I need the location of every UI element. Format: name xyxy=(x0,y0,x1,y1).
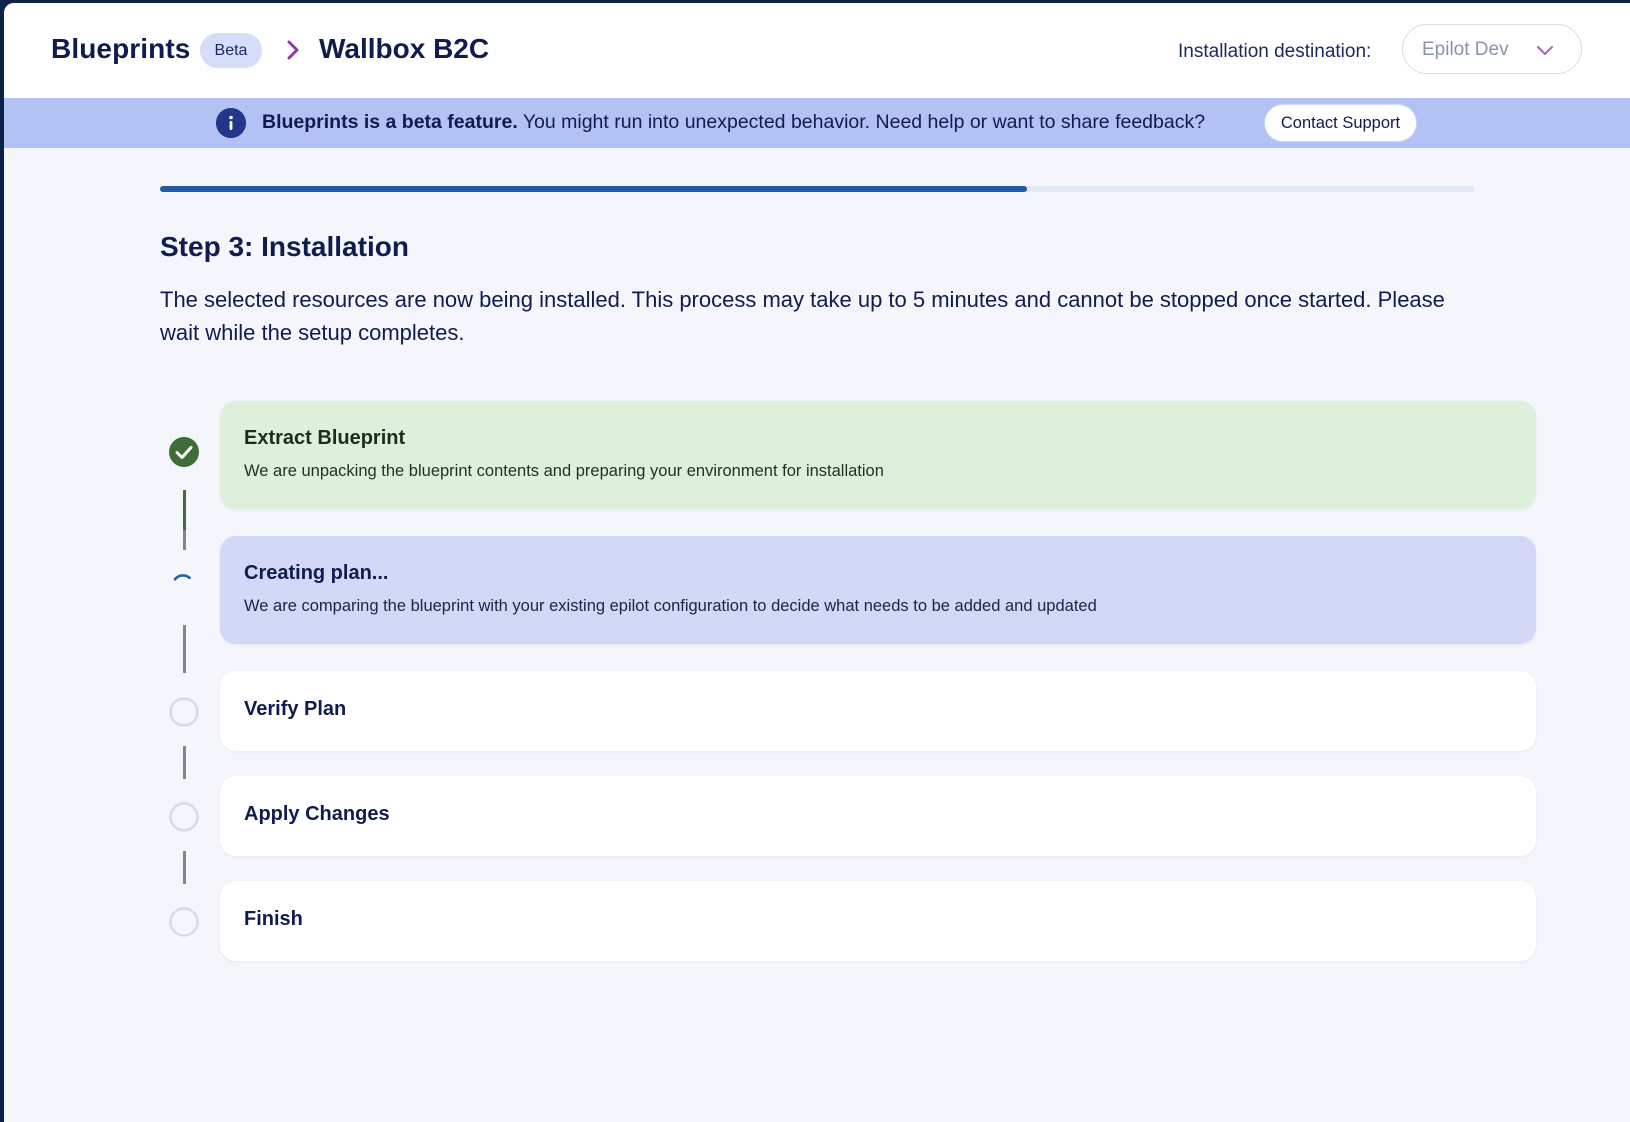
breadcrumb-current: Wallbox B2C xyxy=(319,33,490,64)
banner-text: You might run into unexpected behavior. … xyxy=(517,111,1206,133)
spinner-icon xyxy=(173,574,191,581)
install-step-verify-plan: Verify Plan xyxy=(220,671,1536,751)
chevron-down-icon xyxy=(1536,45,1554,56)
breadcrumb-blueprints-link[interactable]: Blueprints xyxy=(51,33,190,65)
destination-select-value: Epilot Dev xyxy=(1422,39,1509,60)
install-step-extract-blueprint: Extract Blueprint We are unpacking the b… xyxy=(220,401,1536,509)
install-step-title: Finish xyxy=(244,908,303,930)
step-connector xyxy=(183,490,186,530)
install-step-title: Extract Blueprint xyxy=(244,427,406,449)
install-step-finish: Finish xyxy=(220,881,1536,961)
step-connector xyxy=(183,746,186,779)
install-step-description: We are unpacking the blueprint contents … xyxy=(244,462,884,480)
beta-badge: Beta xyxy=(200,33,262,68)
step-description: The selected resources are now being ins… xyxy=(160,287,1445,345)
contact-support-button[interactable]: Contact Support xyxy=(1264,104,1417,142)
install-step-description: We are comparing the blueprint with your… xyxy=(244,597,1097,615)
install-step-title: Apply Changes xyxy=(244,803,390,825)
chevron-right-icon xyxy=(287,40,299,60)
step-connector xyxy=(183,530,186,550)
empty-circle-icon xyxy=(169,802,199,832)
installation-progress-bar xyxy=(160,186,1474,192)
info-icon xyxy=(216,108,246,138)
step-connector xyxy=(183,625,186,673)
step-title: Step 3: Installation xyxy=(160,231,409,262)
beta-banner: Blueprints is a beta feature. You might … xyxy=(4,98,1630,148)
step-connector xyxy=(183,851,186,884)
progress-bar-fill xyxy=(160,186,1028,192)
page-header: Blueprints Beta Wallbox B2C Installation… xyxy=(4,3,1630,98)
empty-circle-icon xyxy=(169,697,199,727)
banner-message: Blueprints is a beta feature. You might … xyxy=(262,111,1205,134)
install-step-creating-plan: Creating plan... We are comparing the bl… xyxy=(220,536,1536,644)
installation-destination-label: Installation destination: xyxy=(1178,41,1372,62)
install-step-title: Creating plan... xyxy=(244,562,389,584)
banner-bold-text: Blueprints is a beta feature. xyxy=(262,111,518,133)
app-window: Blueprints Beta Wallbox B2C Installation… xyxy=(4,3,1630,1122)
check-circle-icon xyxy=(169,437,199,467)
installation-destination-select[interactable]: Epilot Dev xyxy=(1402,24,1582,74)
install-step-apply-changes: Apply Changes xyxy=(220,776,1536,856)
install-step-title: Verify Plan xyxy=(244,698,347,720)
empty-circle-icon xyxy=(169,907,199,937)
